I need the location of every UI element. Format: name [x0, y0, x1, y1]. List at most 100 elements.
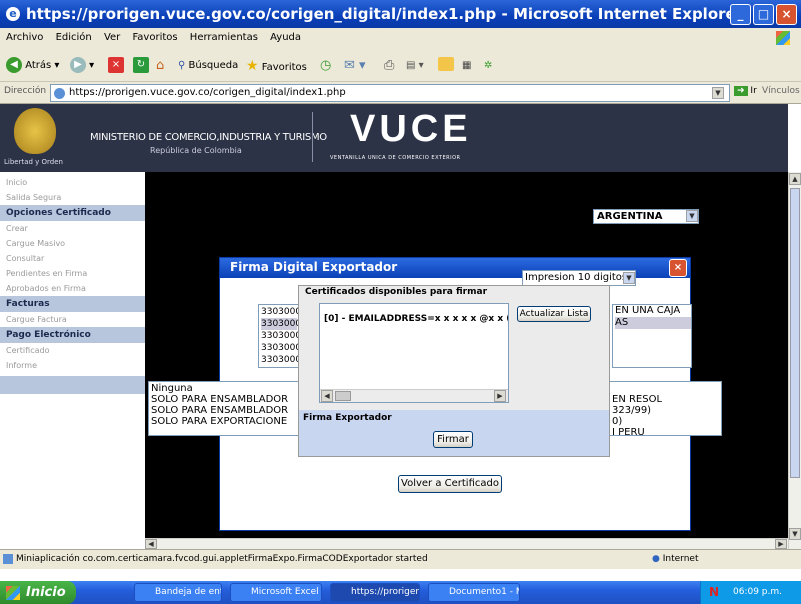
go-button[interactable]: ➜ Ir [734, 86, 757, 96]
scroll-left-icon[interactable]: ◀ [321, 390, 333, 402]
toolbar: ◀ Atrás ▾ ▶ ▾ × ↻ ⌂ ⚲ Búsqueda ★ Favorit… [0, 48, 801, 82]
hscroll-left-icon[interactable]: ◀ [145, 539, 157, 549]
firma-panel: Firma Exportador Firmar [299, 410, 609, 456]
sidebar-section-opciones: Opciones Certificado [0, 205, 145, 221]
close-icon[interactable]: × [776, 4, 797, 25]
sidebar-item-informe[interactable]: Informe [0, 358, 145, 373]
ministry-name: MINISTERIO DE COMERCIO,INDUSTRIA Y TURIS… [90, 132, 327, 143]
sidebar-item-salida-segura[interactable]: Salida Segura [0, 190, 145, 205]
menu-ayuda[interactable]: Ayuda [270, 32, 301, 43]
menu-bar: Archivo Edición Ver Favoritos Herramient… [0, 28, 801, 48]
sidebar-item-pendientes[interactable]: Pendientes en Firma [0, 266, 145, 281]
sidebar-item-cargue-factura[interactable]: Cargue Factura [0, 312, 145, 327]
actualizar-button[interactable]: Actualizar Lista [517, 306, 591, 322]
folder-icon[interactable] [438, 57, 454, 71]
code-list[interactable]: 33030001 33030001 33030001 33030001 3303… [258, 304, 300, 368]
cert-list[interactable]: [0] - EMAILADDRESS=x x x x x @x x ( [319, 303, 509, 403]
cert-applet: Certificados disponibles para firmar [0]… [298, 285, 610, 457]
menu-edicion[interactable]: Edición [56, 32, 92, 43]
vscroll-thumb[interactable] [790, 188, 800, 478]
code-item[interactable]: 33030001 [261, 318, 299, 330]
menu-archivo[interactable]: Archivo [6, 32, 43, 43]
address-url: https://prorigen.vuce.gov.co/corigen_dig… [69, 87, 346, 98]
motto: Libertad y Orden [4, 158, 63, 166]
refresh-icon[interactable]: ↻ [133, 57, 149, 73]
forward-arrow-icon: ▶ [70, 57, 86, 73]
back-button[interactable]: ◀ Atrás ▾ [6, 57, 59, 75]
hscroll-right-icon[interactable]: ▶ [775, 539, 787, 549]
cert-hscroll[interactable]: ◀ ▶ [320, 389, 508, 402]
sidebar-section-facturas: Facturas [0, 296, 145, 312]
menu-herramientas[interactable]: Herramientas [190, 32, 258, 43]
antivirus-icon[interactable]: N [709, 586, 719, 598]
sidebar-footer [0, 376, 145, 394]
brand-subtitle: VENTANILLA UNICA DE COMERCIO EXTERIOR [330, 155, 461, 161]
status-bar: Miniaplicación co.com.certicamara.fvcod.… [0, 549, 801, 569]
address-dropdown-icon[interactable]: ▼ [712, 87, 724, 99]
home-icon[interactable]: ⌂ [156, 57, 164, 75]
options-right-col: EN RESOL 323/99) 0) I PERU [612, 394, 690, 438]
country-dropdown-icon[interactable]: ▼ [686, 210, 698, 222]
forward-button[interactable]: ▶ ▾ [70, 57, 94, 75]
links-label[interactable]: Vínculos [762, 86, 800, 96]
task-word[interactable]: Documento1 - Mic... [428, 583, 520, 602]
print-icon[interactable]: ⎙ [384, 57, 394, 75]
history-icon[interactable]: ◷ [320, 57, 331, 75]
search-button[interactable]: ⚲ Búsqueda [178, 57, 238, 75]
menu-ver[interactable]: Ver [104, 32, 120, 43]
dialog-close-icon[interactable]: × [669, 259, 687, 277]
search-icon: ⚲ [178, 60, 186, 71]
coat-of-arms-icon [14, 108, 56, 154]
status-text: Miniaplicación co.com.certicamara.fvcod.… [16, 554, 428, 564]
scroll-thumb[interactable] [335, 391, 351, 401]
right-list-item[interactable]: EN UNA CAJA [615, 305, 691, 317]
code-item[interactable]: 33030001 [261, 354, 299, 366]
scroll-up-icon[interactable]: ▲ [789, 173, 801, 185]
volver-button[interactable]: Volver a Certificado [398, 475, 502, 493]
task-excel[interactable]: Microsoft Excel - ... [230, 583, 322, 602]
maximize-icon[interactable]: □ [753, 4, 774, 25]
back-arrow-icon: ◀ [6, 57, 22, 73]
sidebar-item-aprobados[interactable]: Aprobados en Firma [0, 281, 145, 296]
scroll-right-icon[interactable]: ▶ [494, 390, 506, 402]
sidebar-item-consultar[interactable]: Consultar [0, 251, 145, 266]
banner-divider [312, 112, 313, 162]
task-ie[interactable]: https://prorigen.v... [330, 583, 420, 602]
impresion-dropdown-icon[interactable]: ▼ [623, 272, 635, 284]
cert-header: Certificados disponibles para firmar [305, 287, 488, 297]
sidebar-item-crear[interactable]: Crear [0, 221, 145, 236]
sidebar-item-inicio[interactable]: Inicio [0, 175, 145, 190]
country-name: República de Colombia [150, 146, 242, 155]
mail-icon[interactable]: ✉ ▾ [344, 57, 366, 75]
window-title-bar[interactable]: https://prorigen.vuce.gov.co/corigen_dig… [0, 0, 801, 28]
code-item[interactable]: 33030001 [261, 306, 299, 318]
cert-entry[interactable]: [0] - EMAILADDRESS=x x x x x @x x ( [324, 314, 508, 324]
system-tray: N 06:09 p.m. [700, 581, 801, 604]
research-icon[interactable]: ▦ [462, 57, 471, 75]
dialog-title: Firma Digital Exportador [230, 260, 398, 274]
right-list-item[interactable]: AS [615, 317, 691, 329]
address-input[interactable]: https://prorigen.vuce.gov.co/corigen_dig… [50, 84, 730, 102]
messenger-icon[interactable]: ✲ [484, 57, 492, 75]
page-hscroll[interactable]: ◀ ▶ [145, 538, 788, 549]
menu-favoritos[interactable]: Favoritos [132, 32, 177, 43]
firmar-button[interactable]: Firmar [433, 431, 473, 448]
sidebar-item-certificado[interactable]: Certificado [0, 343, 145, 358]
taskbar: Inicio Bandeja de entra... Microsoft Exc… [0, 581, 801, 604]
option-item-right: I PERU [612, 427, 645, 438]
minimize-icon[interactable]: _ [730, 4, 751, 25]
edit-icon[interactable]: ▤ ▾ [406, 57, 424, 75]
page-vscroll[interactable]: ▲ ▼ [788, 172, 801, 549]
stop-icon[interactable]: × [108, 57, 124, 73]
country-select[interactable]: ARGENTINA [593, 209, 699, 224]
favorites-button[interactable]: ★ Favoritos [246, 57, 307, 75]
code-item[interactable]: 33030001 [261, 330, 299, 342]
sidebar-item-cargue-masivo[interactable]: Cargue Masivo [0, 236, 145, 251]
address-bar: Dirección https://prorigen.vuce.gov.co/c… [0, 82, 801, 104]
scroll-down-icon[interactable]: ▼ [789, 528, 801, 540]
code-item[interactable]: 33030001 [261, 342, 299, 354]
address-label: Dirección [4, 86, 47, 96]
impresion-select[interactable]: Impresion 10 digitos [522, 270, 636, 286]
task-outlook[interactable]: Bandeja de entra... [134, 583, 222, 602]
right-list[interactable]: EN UNA CAJA AS [612, 304, 692, 368]
